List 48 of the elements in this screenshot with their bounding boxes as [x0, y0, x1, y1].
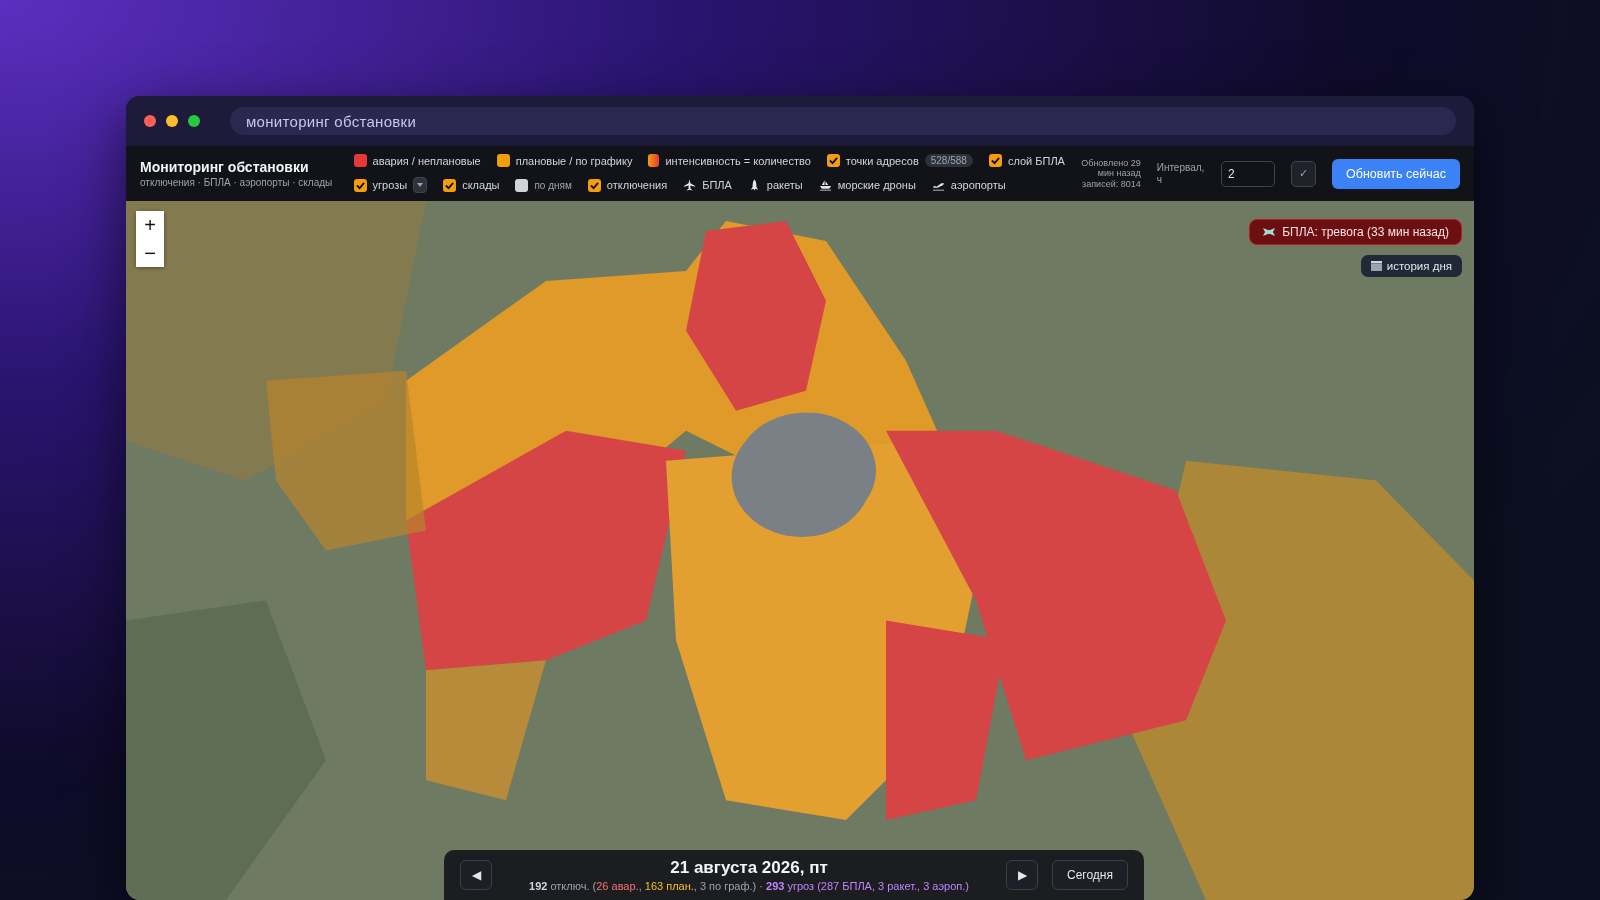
drone-icon — [1262, 226, 1277, 238]
zoom-in-button[interactable]: + — [136, 211, 164, 239]
checkbox[interactable] — [826, 154, 840, 167]
checkbox[interactable] — [443, 178, 457, 192]
legend-label: отключения — [606, 179, 668, 191]
interval-label: Интервал, ч — [1156, 161, 1205, 186]
previous-day-button[interactable]: ◀ — [460, 860, 492, 890]
app-title: Мониторинг обстановки — [140, 159, 310, 175]
app-subtitle: отключения · БПЛА · аэропорты · склады — [140, 177, 334, 188]
legend-label: интенсивность = количество — [665, 154, 811, 167]
minimize-dot[interactable] — [166, 115, 178, 127]
interval-field[interactable]: 2 — [1220, 160, 1275, 187]
legend-label: БПЛА — [702, 179, 732, 191]
address-bar[interactable]: мониторинг обстановки — [230, 107, 1456, 135]
legend-label: склады — [462, 179, 500, 191]
date-title: 21 августа 2026, пт — [670, 858, 828, 878]
alert-text: БПЛА: тревога (33 мин назад) — [1282, 225, 1449, 239]
legend-label: авария / неплановые — [372, 154, 481, 167]
day-summary: 192 отключ. (26 авар., 163 план., 3 по граф.) · 293 угроз (287 БПЛА, 3 ракет., 3 аэроп.) — [529, 880, 969, 892]
checkbox[interactable] — [988, 154, 1002, 167]
apply-button[interactable]: ✓ — [1290, 160, 1316, 187]
plane-icon — [683, 178, 697, 192]
caret-icon — [417, 183, 424, 187]
legend-label: по дням — [534, 179, 572, 191]
legend-label: точки адресов — [845, 154, 919, 167]
boat-icon — [818, 178, 832, 192]
next-day-button[interactable]: ▶ — [1006, 860, 1038, 890]
today-button[interactable]: Сегодня — [1052, 860, 1128, 890]
zoom-out-button[interactable]: − — [136, 239, 164, 267]
alert-banner[interactable]: БПЛА: тревога (33 мин назад) — [1249, 219, 1462, 245]
history-button[interactable]: история дня — [1360, 255, 1462, 277]
record-count: записей: 8014 — [1081, 178, 1141, 190]
close-dot[interactable] — [144, 115, 156, 127]
legend-label: угрозы — [372, 179, 408, 191]
dropdown-toggle[interactable] — [413, 177, 428, 193]
checkbox[interactable] — [515, 178, 529, 192]
checkbox[interactable] — [587, 178, 601, 192]
refresh-button[interactable]: Обновить сейчас — [1332, 158, 1460, 189]
maximize-dot[interactable] — [188, 115, 200, 127]
clapperboard-icon — [1370, 261, 1382, 271]
legend-label: плановые / по графику — [515, 154, 633, 167]
gradient-swatch — [648, 154, 660, 167]
legend-label: аэропорты — [950, 179, 1006, 191]
legend-label: слой БПЛА — [1007, 154, 1065, 167]
checkbox[interactable] — [353, 178, 367, 192]
count-badge: 528/588 — [924, 154, 973, 167]
legend-label: морские дроны — [837, 179, 916, 191]
legend-label: ракеты — [766, 179, 803, 191]
